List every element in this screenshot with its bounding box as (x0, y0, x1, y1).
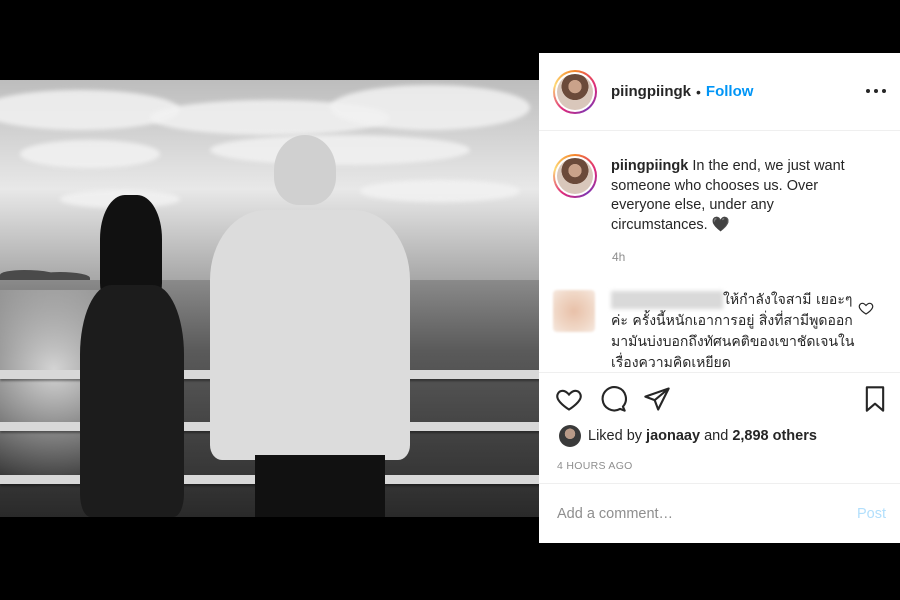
follow-button[interactable]: Follow (706, 83, 754, 100)
man-shirt (210, 210, 410, 460)
likes-and: and (704, 428, 729, 444)
likes-summary: Liked by jaonaay and 2,898 others (559, 425, 817, 447)
comment-bubble-icon[interactable] (599, 385, 627, 413)
avatar-image (557, 158, 593, 194)
add-comment-bar: Post (539, 483, 900, 543)
caption-text-block: piingpiingk In the end, we just want som… (611, 154, 871, 235)
cloud (330, 85, 530, 130)
caption-time[interactable]: 4h (612, 250, 625, 264)
woman-silhouette (80, 285, 184, 517)
comments-section[interactable]: piingpiingk In the end, we just want som… (539, 132, 900, 372)
cloud (20, 140, 160, 168)
caption-avatar[interactable] (553, 154, 597, 198)
caption-username[interactable]: piingpiingk (611, 158, 688, 174)
post-header: piingpiingk • Follow (539, 53, 900, 131)
comment-input[interactable] (557, 502, 837, 526)
man-pants (255, 455, 385, 517)
avatar[interactable] (553, 69, 597, 114)
cloud (360, 180, 520, 202)
man-cap (274, 135, 336, 205)
header-username[interactable]: piingpiingk (611, 83, 691, 100)
cloud (0, 90, 180, 130)
commenter-avatar-blurred[interactable] (553, 290, 595, 332)
liker-avatar[interactable] (559, 425, 581, 447)
save-bookmark-icon[interactable] (861, 385, 889, 413)
post-sidebar: piingpiingk • Follow piingpiingk In the … (539, 53, 900, 543)
post-photo[interactable] (0, 80, 540, 517)
comment-text: ให้กำลังใจสามี เยอะๆ ค่ะ ครั้งนี้หนักเอา… (611, 292, 855, 371)
likes-count[interactable]: 2,898 others (732, 428, 817, 444)
post-timestamp[interactable]: 4 HOURS AGO (557, 460, 633, 472)
cloud (210, 135, 470, 165)
separator-dot: • (696, 83, 701, 100)
liker-username[interactable]: jaonaay (646, 428, 700, 444)
share-paper-plane-icon[interactable] (643, 385, 671, 413)
post-button[interactable]: Post (857, 506, 886, 522)
caption: piingpiingk In the end, we just want som… (553, 154, 883, 235)
more-options-icon[interactable] (866, 81, 886, 101)
comment-like-heart-icon[interactable] (858, 300, 874, 316)
avatar-image (557, 73, 593, 110)
like-heart-icon[interactable] (555, 385, 583, 413)
likes-prefix: Liked by (588, 428, 643, 444)
